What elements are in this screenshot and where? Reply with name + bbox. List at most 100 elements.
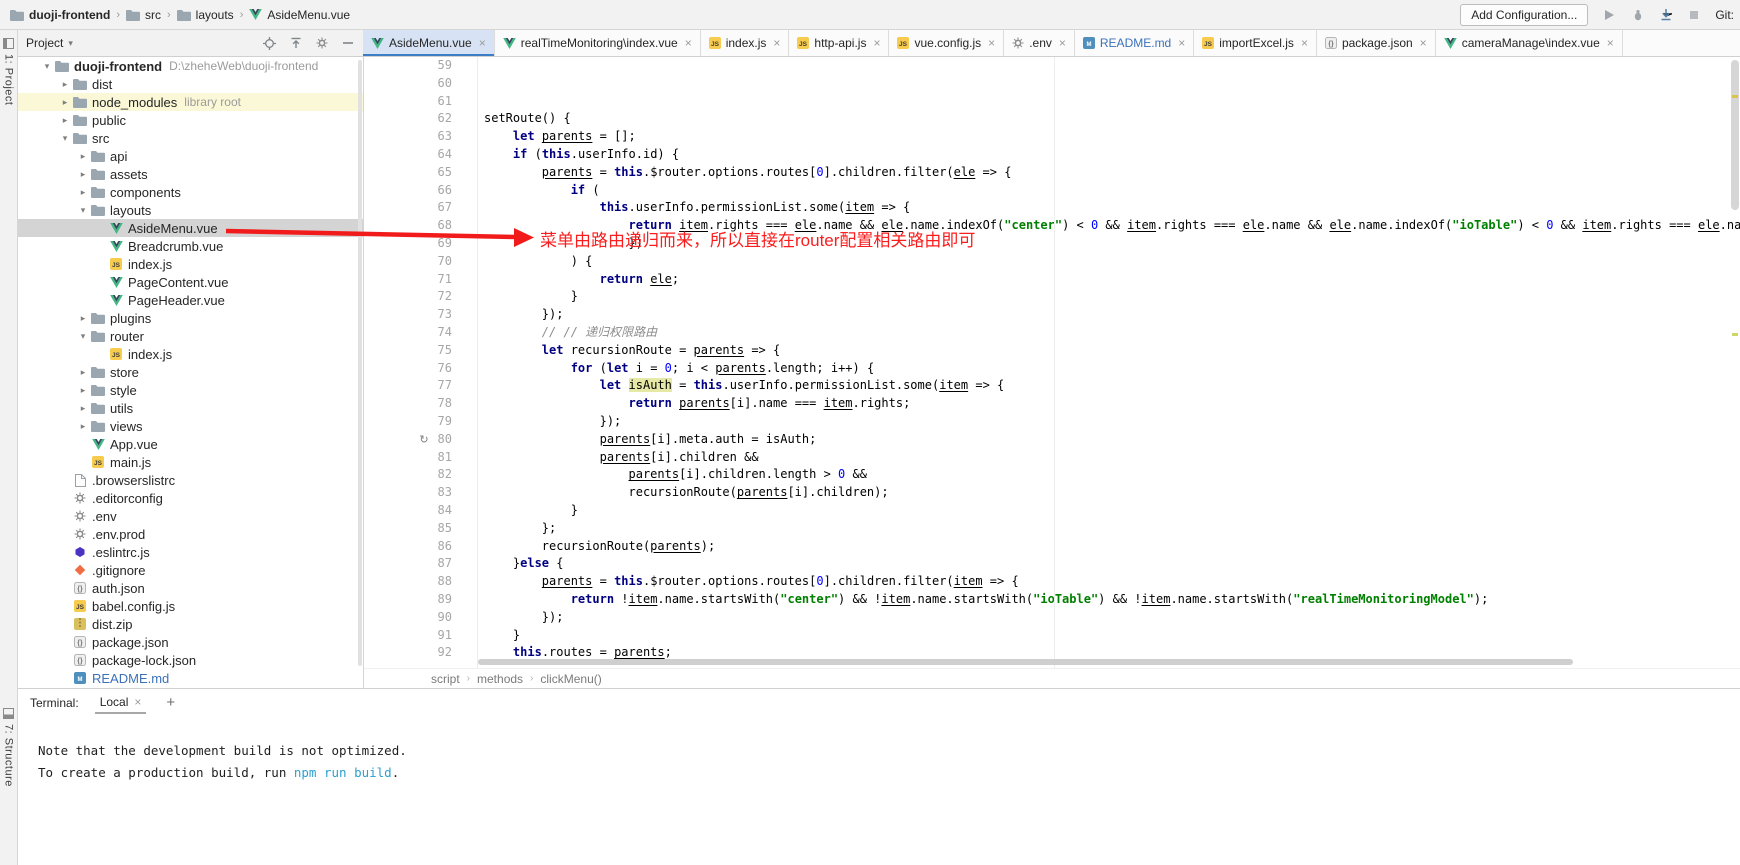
gutter-line[interactable]: 74 xyxy=(364,324,452,342)
code-line[interactable]: setRoute() { xyxy=(484,110,1740,128)
code-line[interactable]: parents[i].children.length > 0 && xyxy=(484,466,1740,484)
gutter-line[interactable]: 91 xyxy=(364,627,452,645)
tree-item-dist[interactable]: ▸dist xyxy=(18,75,363,93)
tree-item-env-prod[interactable]: .env.prod xyxy=(18,525,363,543)
add-configuration-button[interactable]: Add Configuration... xyxy=(1460,4,1588,26)
project-view-selector[interactable]: Project ▾ xyxy=(26,36,73,50)
tree-item-editorconfig[interactable]: .editorconfig xyxy=(18,489,363,507)
terminal-output[interactable]: Note that the development build is not o… xyxy=(18,716,1740,784)
code-line[interactable]: recursionRoute(parents); xyxy=(484,538,1740,556)
tab-env[interactable]: .env× xyxy=(1004,30,1075,56)
chevron-right-icon[interactable]: ▸ xyxy=(76,385,90,396)
gutter-line[interactable]: 71 xyxy=(364,271,452,289)
code-area[interactable]: setRoute() { let parents = []; if (this.… xyxy=(478,57,1740,668)
project-scrollbar-thumb[interactable] xyxy=(358,60,362,666)
editor-crumb-clickmenu[interactable]: clickMenu() xyxy=(540,672,601,686)
new-terminal-button[interactable]: + xyxy=(162,694,175,711)
debug-button[interactable] xyxy=(1629,6,1646,23)
title-crumb-src[interactable]: src xyxy=(126,8,161,22)
gutter-line[interactable]: 75 xyxy=(364,342,452,360)
tree-item-utils[interactable]: ▸utils xyxy=(18,399,363,417)
chevron-down-icon[interactable]: ▾ xyxy=(40,61,54,72)
code-line[interactable]: }); xyxy=(484,413,1740,431)
tree-item-router[interactable]: ▾router xyxy=(18,327,363,345)
tab-close-icon[interactable]: × xyxy=(685,37,692,49)
chevron-right-icon[interactable]: ▸ xyxy=(76,313,90,324)
terminal-tab-local[interactable]: Local × xyxy=(95,692,147,714)
code-line[interactable]: return !item.name.startsWith("center") &… xyxy=(484,591,1740,609)
chevron-right-icon[interactable]: ▸ xyxy=(76,187,90,198)
chevron-right-icon[interactable]: ▸ xyxy=(76,421,90,432)
tree-item-src[interactable]: ▾src xyxy=(18,129,363,147)
horizontal-scrollbar-thumb[interactable] xyxy=(478,659,1573,665)
gutter-line[interactable]: 79 xyxy=(364,413,452,431)
gutter-line[interactable]: 85 xyxy=(364,520,452,538)
code-line[interactable]: if (this.userInfo.id) { xyxy=(484,146,1740,164)
tab-asidemenu-vue[interactable]: AsideMenu.vue× xyxy=(363,30,495,56)
editor-crumb-script[interactable]: script xyxy=(431,672,460,686)
tree-item-package-lock-json[interactable]: {}package-lock.json xyxy=(18,651,363,669)
tree-item-babel-config-js[interactable]: JSbabel.config.js xyxy=(18,597,363,615)
tree-item-main-js[interactable]: JSmain.js xyxy=(18,453,363,471)
tree-item-components[interactable]: ▸components xyxy=(18,183,363,201)
code-line[interactable]: parents[i].children && xyxy=(484,449,1740,467)
tab-vue-config-js[interactable]: JSvue.config.js× xyxy=(889,30,1004,56)
gutter-line[interactable]: 78 xyxy=(364,395,452,413)
tree-item-app-vue[interactable]: App.vue xyxy=(18,435,363,453)
gutter-line[interactable]: 64 xyxy=(364,146,452,164)
code-line[interactable]: }else { xyxy=(484,555,1740,573)
git-widget[interactable]: Git: xyxy=(1715,8,1734,22)
chevron-right-icon[interactable]: ▸ xyxy=(58,79,72,90)
gutter-line[interactable]: 60 xyxy=(364,75,452,93)
settings-button[interactable] xyxy=(314,36,329,51)
tab-close-icon[interactable]: × xyxy=(1420,37,1427,49)
gutter-line[interactable]: 86 xyxy=(364,538,452,556)
gutter-line[interactable]: 67 xyxy=(364,199,452,217)
code-line[interactable]: let parents = []; xyxy=(484,128,1740,146)
gutter-line[interactable]: 92 xyxy=(364,644,452,662)
tree-item-index-js[interactable]: JSindex.js xyxy=(18,255,363,273)
tree-item-dist-zip[interactable]: dist.zip xyxy=(18,615,363,633)
code-line[interactable]: for (let i = 0; i < parents.length; i++)… xyxy=(484,360,1740,378)
code-line[interactable]: } xyxy=(484,627,1740,645)
title-crumb-duoji-frontend[interactable]: duoji-frontend xyxy=(10,8,110,22)
gutter-line[interactable]: 62 xyxy=(364,110,452,128)
code-line[interactable]: ) { xyxy=(484,253,1740,271)
chevron-right-icon[interactable]: ▸ xyxy=(76,169,90,180)
tree-item-pagecontent-vue[interactable]: PageContent.vue xyxy=(18,273,363,291)
tab-readme-md[interactable]: MREADME.md× xyxy=(1075,30,1194,56)
gutter-line[interactable]: ↻80 xyxy=(364,431,452,449)
tab-cameramanage-index-vue[interactable]: cameraManage\index.vue× xyxy=(1436,30,1623,56)
chevron-down-icon[interactable]: ▾ xyxy=(76,205,90,216)
tree-item-gitignore[interactable]: .gitignore xyxy=(18,561,363,579)
tree-item-style[interactable]: ▸style xyxy=(18,381,363,399)
tab-close-icon[interactable]: × xyxy=(1607,37,1614,49)
tree-item-public[interactable]: ▸public xyxy=(18,111,363,129)
close-icon[interactable]: × xyxy=(134,695,141,709)
tab-close-icon[interactable]: × xyxy=(873,37,880,49)
gutter-line[interactable]: 69 xyxy=(364,235,452,253)
gutter-line[interactable]: 87 xyxy=(364,555,452,573)
gutter-line[interactable]: 65 xyxy=(364,164,452,182)
tab-close-icon[interactable]: × xyxy=(1178,37,1185,49)
tree-item-layouts[interactable]: ▾layouts xyxy=(18,201,363,219)
tree-item-readme-md[interactable]: MREADME.md xyxy=(18,669,363,687)
code-line[interactable]: parents = this.$router.options.routes[0]… xyxy=(484,164,1740,182)
gutter-line[interactable]: 59 xyxy=(364,57,452,75)
gutter-line[interactable]: 82 xyxy=(364,466,452,484)
hide-button[interactable] xyxy=(340,36,355,51)
gutter-line[interactable]: 81 xyxy=(364,449,452,467)
code-line[interactable]: }); xyxy=(484,609,1740,627)
code-line[interactable]: let recursionRoute = parents => { xyxy=(484,342,1740,360)
chevron-down-icon[interactable]: ▾ xyxy=(58,133,72,144)
tree-item-store[interactable]: ▸store xyxy=(18,363,363,381)
collapse-all-button[interactable] xyxy=(288,36,303,51)
terminal-panel[interactable]: Terminal: Local × + Note that the develo… xyxy=(18,688,1740,865)
tree-item-views[interactable]: ▸views xyxy=(18,417,363,435)
locate-button[interactable] xyxy=(262,36,277,51)
chevron-down-icon[interactable]: ▾ xyxy=(76,331,90,342)
stop-button[interactable] xyxy=(1685,6,1702,23)
tree-item-index-js[interactable]: JSindex.js xyxy=(18,345,363,363)
tab-close-icon[interactable]: × xyxy=(773,37,780,49)
tree-item-package-json[interactable]: {}package.json xyxy=(18,633,363,651)
